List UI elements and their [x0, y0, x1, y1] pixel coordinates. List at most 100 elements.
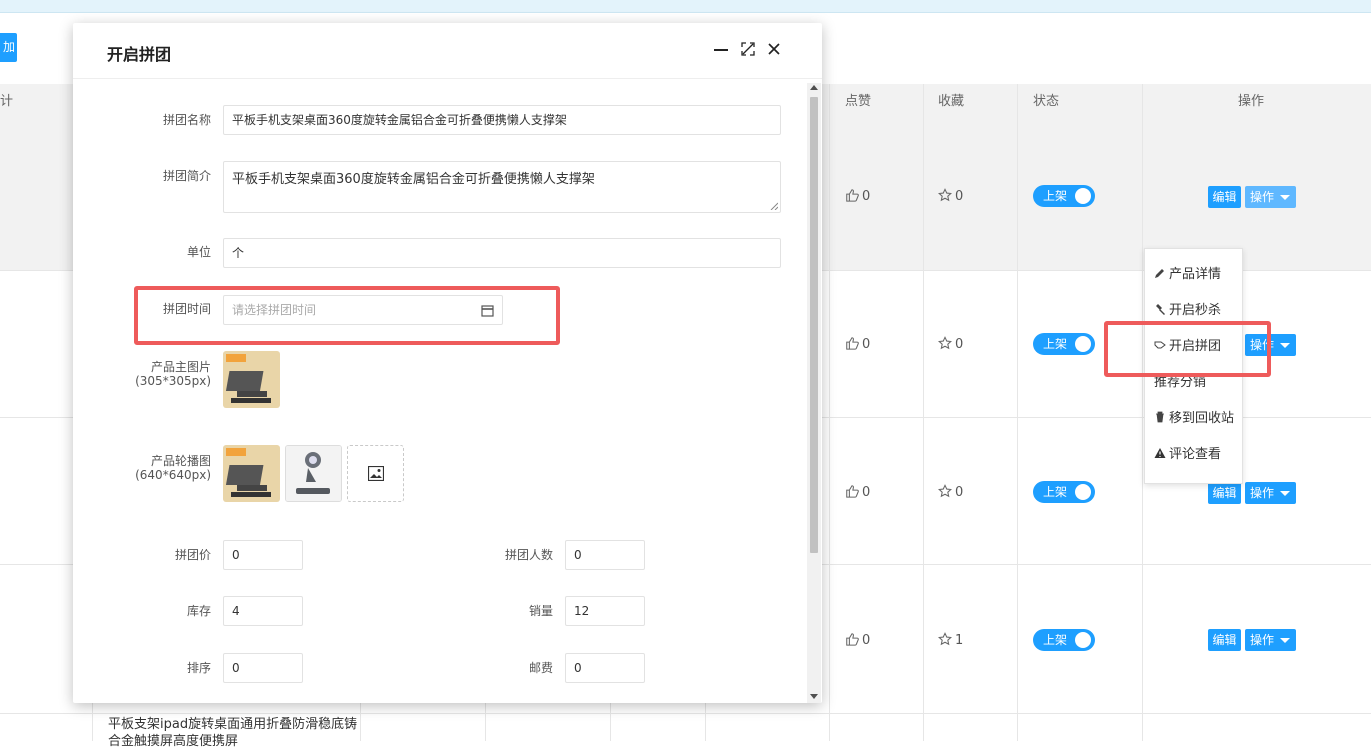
status-switch[interactable]: 上架 [1033, 481, 1095, 503]
image-upload-icon [368, 466, 384, 481]
group-intro-label: 拼团简介 [162, 169, 211, 183]
menu-item-move-to-trash[interactable]: 移到回收站 [1154, 410, 1234, 428]
group-buy-modal: 开启拼团 拼团名称 平板手机支架桌面360度旋转金属铝合金可折叠便携懒人支撑架 … [73, 23, 822, 703]
menu-item-label: 推荐分销 [1154, 375, 1207, 390]
close-icon[interactable] [766, 41, 782, 57]
menu-item-product-detail[interactable]: 产品详情 [1154, 266, 1221, 284]
menu-item-label: 开启秒杀 [1169, 303, 1222, 318]
star-icon [938, 632, 952, 646]
operations-dropdown-button[interactable]: 操作 [1245, 186, 1296, 208]
like-value: 0 [862, 485, 871, 500]
sort-input[interactable]: 0 [223, 653, 303, 683]
operations-dropdown-button[interactable]: 操作 [1245, 482, 1296, 504]
postage-input[interactable]: 0 [565, 653, 645, 683]
group-name-label: 拼团名称 [162, 113, 211, 127]
like-count[interactable]: 0 [845, 336, 870, 352]
status-label: 上架 [1043, 189, 1068, 203]
star-icon [938, 336, 952, 350]
carousel-label-text: 产品轮播图 [150, 454, 211, 468]
add-button[interactable]: 加 [0, 33, 17, 62]
header-favorites: 收藏 [938, 94, 965, 109]
trash-icon [1156, 411, 1164, 423]
favorite-count[interactable]: 0 [938, 484, 963, 500]
status-switch[interactable]: 上架 [1033, 629, 1095, 651]
menu-item-label: 移到回收站 [1169, 411, 1235, 426]
column-divider [1142, 84, 1143, 741]
star-icon [938, 188, 952, 202]
group-intro-textarea[interactable]: 平板手机支架桌面360度旋转金属铝合金可折叠便携懒人支撑架 [223, 161, 781, 213]
menu-item-view-reviews[interactable]: 评论查看 [1154, 446, 1221, 464]
chevron-down-icon [1280, 638, 1290, 643]
stock-label: 库存 [186, 604, 211, 618]
thumbs-up-icon [846, 485, 859, 498]
top-banner [0, 0, 1371, 13]
operations-dropdown-button[interactable]: 操作 [1245, 629, 1296, 651]
menu-item-flash-sale[interactable]: 开启秒杀 [1154, 302, 1221, 320]
main-image-thumbnail[interactable] [223, 351, 280, 408]
switch-knob [1075, 632, 1091, 648]
product-stand-image [223, 445, 280, 502]
status-switch[interactable]: 上架 [1033, 333, 1095, 355]
product-stand-image [223, 351, 280, 408]
main-image-label-text: 产品主图片 [150, 360, 211, 374]
maximize-icon[interactable] [740, 41, 756, 57]
column-divider [829, 84, 830, 741]
like-count[interactable]: 0 [845, 632, 870, 648]
like-value: 0 [862, 633, 871, 648]
favorite-count[interactable]: 0 [938, 188, 963, 204]
gavel-icon [1156, 304, 1165, 315]
thumbs-up-icon [846, 337, 859, 350]
modal-title: 开启拼团 [107, 45, 172, 64]
group-size-input[interactable]: 0 [565, 540, 645, 570]
star-icon [938, 484, 952, 498]
carousel-label: 产品轮播图 (640*640px) [91, 454, 211, 482]
group-size-label: 拼团人数 [504, 548, 553, 562]
resize-handle-icon[interactable] [770, 202, 778, 210]
group-price-input[interactable]: 0 [223, 540, 303, 570]
switch-knob [1075, 484, 1091, 500]
edit-button[interactable]: 编辑 [1208, 482, 1241, 504]
minimize-icon[interactable] [713, 41, 729, 57]
thumbs-up-icon [846, 633, 859, 646]
sales-input[interactable]: 12 [565, 596, 645, 626]
status-label: 上架 [1043, 337, 1068, 351]
operations-label: 操作 [1250, 633, 1275, 647]
scrollbar-thumb[interactable] [810, 97, 818, 553]
header-cut-text: 计 [0, 94, 14, 109]
stock-input[interactable]: 4 [223, 596, 303, 626]
group-name-input[interactable]: 平板手机支架桌面360度旋转金属铝合金可折叠便携懒人支撑架 [223, 105, 781, 135]
highlight-box-group-buy [1104, 321, 1271, 377]
chevron-down-icon [1280, 343, 1290, 348]
header-likes: 点赞 [845, 94, 872, 109]
modal-body: 拼团名称 平板手机支架桌面360度旋转金属铝合金可折叠便携懒人支撑架 拼团简介 … [73, 79, 822, 703]
switch-knob [1075, 188, 1091, 204]
main-image-size: (305*305px) [135, 374, 211, 388]
chevron-down-icon [1280, 195, 1290, 200]
favorite-count[interactable]: 0 [938, 336, 963, 352]
like-count[interactable]: 0 [845, 188, 870, 204]
scroll-up-icon[interactable] [810, 85, 818, 90]
like-count[interactable]: 0 [845, 484, 870, 500]
carousel-image-thumbnail[interactable] [223, 445, 280, 502]
favorite-count[interactable]: 1 [938, 632, 963, 648]
upload-image-box[interactable] [347, 445, 404, 502]
switch-knob [1075, 336, 1091, 352]
carousel-image-thumbnail[interactable] [285, 445, 342, 502]
edit-button[interactable]: 编辑 [1208, 629, 1241, 651]
unit-label: 单位 [186, 245, 211, 259]
edit-button[interactable]: 编辑 [1208, 186, 1241, 208]
favorite-value: 0 [955, 189, 964, 204]
carousel-size: (640*640px) [135, 468, 211, 482]
column-divider [923, 84, 924, 741]
unit-input[interactable]: 个 [223, 238, 781, 268]
product-stand-image [286, 446, 341, 501]
highlight-box-group-time [134, 286, 560, 345]
scroll-down-icon[interactable] [810, 694, 818, 699]
pencil-icon [1155, 269, 1164, 278]
modal-scrollbar[interactable] [807, 83, 821, 703]
thumbs-up-icon [846, 189, 859, 202]
favorite-value: 0 [955, 337, 964, 352]
main-image-label: 产品主图片 (305*305px) [91, 360, 211, 388]
favorite-value: 1 [955, 633, 964, 648]
status-switch[interactable]: 上架 [1033, 185, 1095, 207]
